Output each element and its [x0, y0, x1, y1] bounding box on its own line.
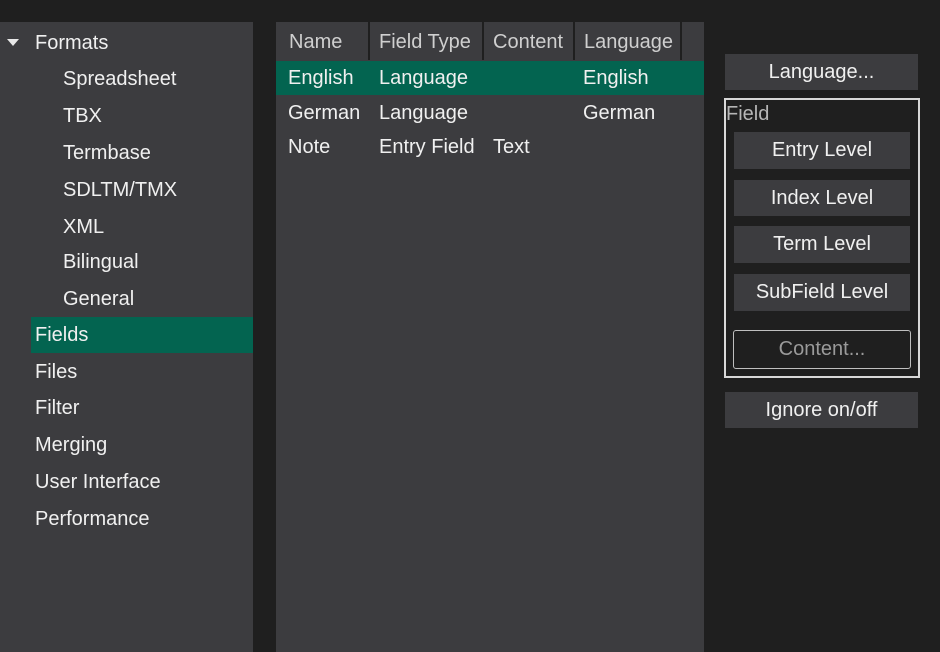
column-header-name[interactable]: Name	[280, 22, 370, 60]
tree-item-files[interactable]: Files	[0, 354, 253, 390]
term-level-button[interactable]: Term Level	[734, 226, 910, 263]
tree-item-performance[interactable]: Performance	[0, 501, 253, 537]
tree-item-filter[interactable]: Filter	[0, 390, 253, 426]
entry-level-button[interactable]: Entry Level	[734, 132, 910, 169]
cell-content: Text	[493, 136, 530, 158]
table-row[interactable]: Note Entry Field Text	[276, 130, 704, 164]
ignore-toggle-button[interactable]: Ignore on/off	[725, 392, 918, 428]
cell-language: English	[583, 67, 649, 89]
tree-item-bilingual[interactable]: Bilingual	[63, 244, 139, 280]
cell-name: German	[288, 102, 361, 124]
tree-item-merging[interactable]: Merging	[0, 427, 253, 463]
cell-field-type: Entry Field	[379, 136, 475, 158]
tree-item-fields[interactable]: Fields	[31, 317, 253, 353]
settings-tree: Formats Spreadsheet TBX Termbase SDLTM/T…	[0, 22, 253, 652]
cell-field-type: Language	[379, 67, 468, 89]
field-group-label: Field	[726, 103, 770, 125]
tree-item-termbase[interactable]: Termbase	[63, 135, 151, 171]
tree-item-sdltm-tmx[interactable]: SDLTM/TMX	[63, 172, 177, 208]
column-header-field-type[interactable]: Field Type	[370, 22, 484, 60]
column-header-content[interactable]: Content	[484, 22, 575, 60]
fields-grid: Name Field Type Content Language English…	[276, 22, 704, 652]
tree-item-label: Formats	[35, 32, 109, 54]
cell-language: German	[583, 102, 656, 124]
tree-item-general[interactable]: General	[63, 281, 134, 317]
language-button[interactable]: Language...	[725, 54, 918, 90]
cell-name: Note	[288, 136, 331, 158]
content-button[interactable]: Content...	[733, 330, 911, 369]
tree-item-tbx[interactable]: TBX	[63, 98, 102, 134]
tree-item-xml[interactable]: XML	[63, 209, 104, 245]
tree-item-spreadsheet[interactable]: Spreadsheet	[63, 61, 176, 97]
caret-down-icon[interactable]	[7, 39, 19, 46]
cell-name: English	[288, 67, 354, 89]
tree-item-user-interface[interactable]: User Interface	[0, 464, 253, 500]
column-header-language[interactable]: Language	[575, 22, 682, 60]
index-level-button[interactable]: Index Level	[734, 180, 910, 216]
column-header-filler	[682, 22, 704, 60]
table-row[interactable]: German Language German	[276, 96, 704, 130]
table-row[interactable]: English Language English	[276, 61, 704, 95]
tree-item-formats[interactable]: Formats	[0, 25, 253, 61]
grid-header: Name Field Type Content Language	[276, 22, 704, 60]
cell-field-type: Language	[379, 102, 468, 124]
subfield-level-button[interactable]: SubField Level	[734, 274, 910, 311]
